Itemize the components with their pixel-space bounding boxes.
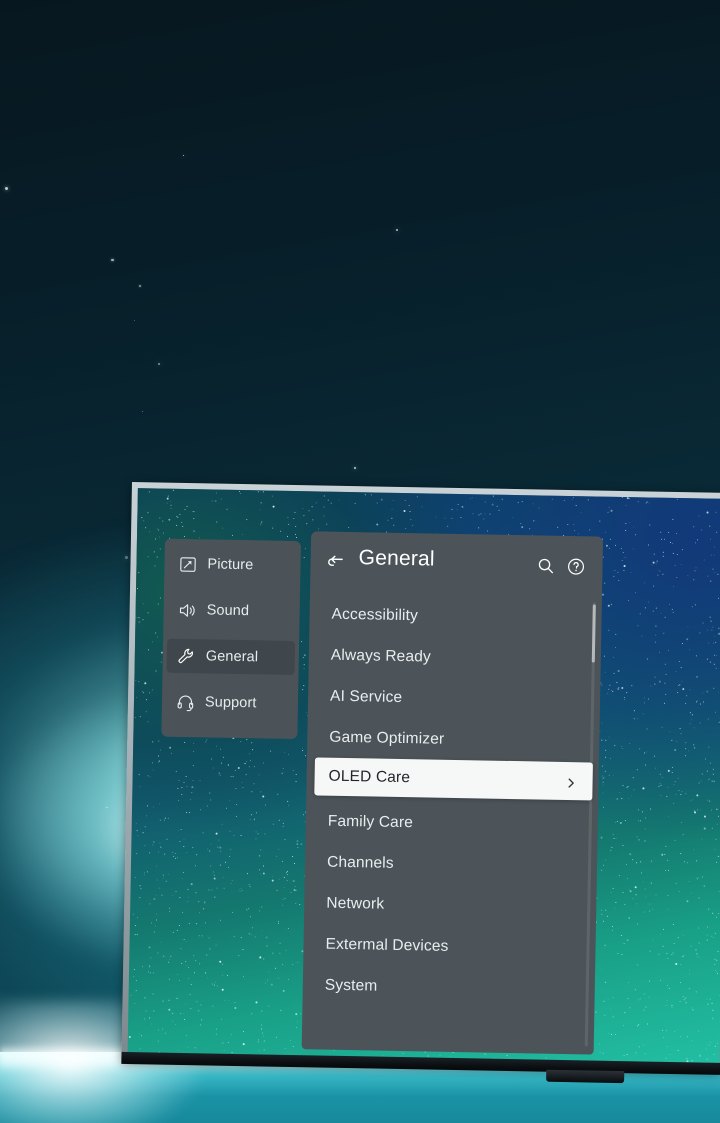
- menu-item-label: Extermal Devices: [325, 935, 449, 955]
- sidebar-item-sound[interactable]: Sound: [167, 593, 296, 629]
- menu-item-external-devices[interactable]: Extermal Devices: [303, 923, 596, 969]
- page-title: General: [358, 546, 435, 571]
- sidebar-item-general[interactable]: General: [166, 638, 296, 676]
- sidebar-item-support[interactable]: Support: [166, 685, 295, 721]
- settings-menu: Accessibility Always Ready AI Service Ga…: [302, 593, 602, 1010]
- menu-item-network[interactable]: Network: [304, 882, 597, 928]
- sound-icon: [177, 600, 196, 619]
- menu-item-label: OLED Care: [328, 767, 411, 787]
- menu-item-label: System: [324, 976, 378, 995]
- osd-content-panel: General Accessibility Always Ready AI Se…: [301, 531, 604, 1055]
- screenshot-stage: Picture Sound General Support General Ac…: [0, 0, 720, 1123]
- menu-item-oled-care[interactable]: OLED Care: [314, 757, 593, 801]
- menu-item-label: Game Optimizer: [329, 728, 445, 748]
- sidebar-item-label: Picture: [207, 556, 254, 574]
- menu-item-label: Family Care: [327, 812, 414, 831]
- osd-header: General: [310, 531, 603, 598]
- help-circle-icon[interactable]: [566, 557, 585, 576]
- sidebar-item-picture[interactable]: Picture: [168, 547, 297, 583]
- search-icon[interactable]: [536, 556, 555, 575]
- menu-item-channels[interactable]: Channels: [305, 841, 598, 887]
- chevron-right-icon: [565, 775, 576, 788]
- picture-icon: [178, 554, 197, 573]
- osd-sidebar: Picture Sound General Support: [161, 538, 301, 740]
- menu-item-always-ready[interactable]: Always Ready: [308, 634, 601, 680]
- tv-screen: Picture Sound General Support General Ac…: [127, 488, 720, 1064]
- back-arrow-icon[interactable]: [324, 552, 346, 574]
- tv-stand-foot: [546, 1069, 625, 1084]
- menu-item-label: Network: [326, 894, 385, 913]
- menu-item-game-optimizer[interactable]: Game Optimizer: [307, 716, 600, 762]
- wrench-icon: [177, 646, 196, 665]
- menu-item-label: Accessibility: [331, 605, 419, 624]
- menu-item-label: Always Ready: [330, 646, 432, 666]
- sidebar-item-label: Sound: [206, 602, 250, 620]
- menu-item-label: Channels: [326, 853, 394, 872]
- sidebar-item-label: Support: [204, 694, 257, 712]
- menu-item-ai-service[interactable]: AI Service: [308, 675, 601, 721]
- menu-item-accessibility[interactable]: Accessibility: [309, 593, 602, 639]
- menu-item-family-care[interactable]: Family Care: [305, 800, 598, 846]
- tv-settings-osd: Picture Sound General Support General Ac…: [128, 488, 720, 1064]
- tv-device: Picture Sound General Support General Ac…: [121, 482, 720, 1087]
- sidebar-item-label: General: [205, 648, 259, 666]
- menu-item-label: AI Service: [329, 687, 403, 706]
- headset-icon: [176, 692, 195, 711]
- menu-item-system[interactable]: System: [302, 964, 595, 1010]
